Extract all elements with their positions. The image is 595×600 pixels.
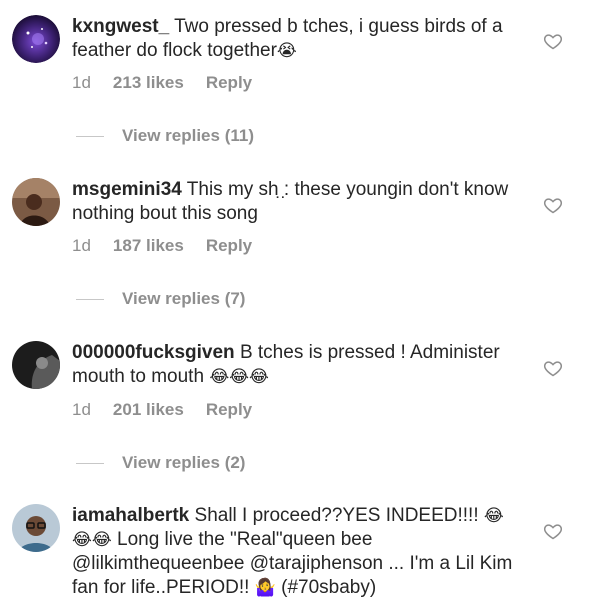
comment-text: kxngwest_ Two pressed b tches, i guess b… — [72, 15, 527, 63]
comment-username[interactable]: msgemini34 — [72, 179, 182, 200]
reply-button[interactable]: Reply — [206, 400, 252, 420]
galaxy-avatar-icon[interactable] — [12, 15, 60, 63]
divider-line — [76, 462, 104, 464]
reply-button[interactable]: Reply — [206, 73, 252, 93]
heart-outline-icon[interactable] — [543, 195, 563, 215]
comment-time: 1d — [72, 400, 91, 419]
person-photo-avatar-icon[interactable] — [12, 178, 60, 226]
reply-button[interactable]: Reply — [206, 236, 252, 256]
comment-meta: 1d 213 likes Reply — [72, 73, 252, 93]
divider-line — [76, 135, 104, 137]
loudly-crying-emoji-icon: 😭 — [276, 41, 297, 60]
likes-count[interactable]: 187 likes — [113, 236, 184, 256]
comment-username[interactable]: kxngwest_ — [72, 16, 169, 37]
comment-body: Shall I proceed??YES INDEED!!!! — [194, 505, 479, 526]
heart-outline-icon[interactable] — [543, 358, 563, 378]
glasses-person-avatar-icon[interactable] — [12, 504, 60, 552]
view-replies-button[interactable]: View replies (11) — [76, 126, 254, 146]
divider-line — [76, 298, 104, 300]
comment-username[interactable]: 000000fucksgiven — [72, 342, 235, 363]
comment-text: 000000fucksgiven B tches is pressed ! Ad… — [72, 341, 527, 389]
comment-text: msgemini34 This my sh ̣:̣ these youngin … — [72, 178, 527, 226]
comment-hashtag[interactable]: (#70sbaby) — [281, 577, 376, 598]
comment-text: iamahalbertk Shall I proceed??YES INDEED… — [72, 504, 517, 600]
view-replies-label: View replies (11) — [122, 126, 254, 145]
comment-meta: 1d 187 likes Reply — [72, 236, 252, 256]
dark-photo-avatar-icon[interactable] — [12, 341, 60, 389]
likes-count[interactable]: 213 likes — [113, 73, 184, 93]
comment-time: 1d — [72, 236, 91, 255]
comment-meta: 1d 201 likes Reply — [72, 400, 252, 420]
view-replies-button[interactable]: View replies (2) — [76, 453, 245, 473]
heart-outline-icon[interactable] — [543, 521, 563, 541]
view-replies-label: View replies (7) — [122, 289, 246, 308]
comment-time: 1d — [72, 73, 91, 92]
view-replies-label: View replies (2) — [122, 453, 246, 472]
view-replies-button[interactable]: View replies (7) — [76, 289, 245, 309]
shrug-emoji-icon: 🤷‍♀️ — [254, 578, 276, 597]
comment-username[interactable]: iamahalbertk — [72, 505, 189, 526]
heart-outline-icon[interactable] — [543, 31, 563, 51]
likes-count[interactable]: 201 likes — [113, 400, 184, 420]
laughing-emoji-icon: 😂😂😂 — [209, 367, 269, 386]
